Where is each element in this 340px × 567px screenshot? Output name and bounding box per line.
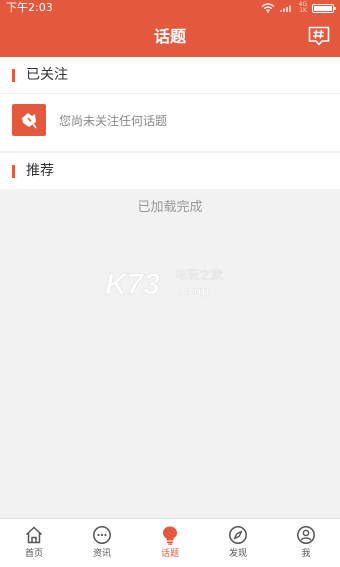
followed-empty-text: 您尚未关注任何话题 xyxy=(59,114,168,128)
topic-avatar xyxy=(12,104,46,136)
watermark-domain-text: .com xyxy=(177,283,210,299)
compass-icon xyxy=(229,526,247,544)
tab-home-label: 首页 xyxy=(24,549,43,559)
home-icon xyxy=(25,526,43,544)
followed-section-header: 已关注 xyxy=(0,57,340,93)
chat-icon xyxy=(93,526,111,544)
followed-section-label: 已关注 xyxy=(26,67,68,83)
tab-discover-label: 发现 xyxy=(228,549,247,559)
tab-topics-label: 话题 xyxy=(160,549,179,559)
battery-icon xyxy=(312,3,336,13)
tab-me-label: 我 xyxy=(301,549,311,559)
status-indicators: 4G 1K xyxy=(261,1,336,15)
tab-topics[interactable]: 话题 xyxy=(136,519,204,567)
network-rate: 1K xyxy=(299,7,307,14)
tab-home[interactable]: 首页 xyxy=(0,519,68,567)
tab-me[interactable]: 我 xyxy=(272,519,340,567)
app-header: 下午2:03 4G 1K 话题 xyxy=(0,0,340,57)
tab-news-label: 资讯 xyxy=(92,549,111,559)
section-marker xyxy=(12,165,15,178)
watermark-logo-text: K73 xyxy=(105,268,160,301)
watermark-site-text: 电玩之家 xyxy=(175,267,223,282)
status-bar: 下午2:03 4G 1K xyxy=(0,0,340,16)
k73-watermark: K73 电玩之家 .com xyxy=(105,266,240,302)
tab-discover[interactable]: 发现 xyxy=(204,519,272,567)
leaf-icon xyxy=(22,113,37,129)
bulb-icon xyxy=(163,526,177,545)
network-speed: 4G 1K xyxy=(299,2,307,14)
k73-logo: K73 电玩之家 .com xyxy=(105,267,224,302)
recommended-section-label: 推荐 xyxy=(26,163,54,179)
battery-level xyxy=(314,5,332,11)
wifi-icon xyxy=(261,3,274,13)
recommended-section-header: 推荐 xyxy=(0,153,340,189)
page-title: 话题 xyxy=(153,27,186,46)
load-complete-text: 已加载完成 xyxy=(137,200,203,215)
user-icon xyxy=(297,526,315,544)
section-marker xyxy=(12,69,15,82)
tab-news[interactable]: 资讯 xyxy=(68,519,136,567)
topic-hash-button[interactable] xyxy=(308,26,330,46)
topic-hash-icon xyxy=(308,26,330,46)
status-time: 下午2:03 xyxy=(6,1,53,14)
bottom-tab-bar: 首页 资讯 话题 发现 我 xyxy=(0,518,340,567)
followed-empty-row: 您尚未关注任何话题 xyxy=(0,93,340,151)
signal-icon xyxy=(279,5,291,12)
